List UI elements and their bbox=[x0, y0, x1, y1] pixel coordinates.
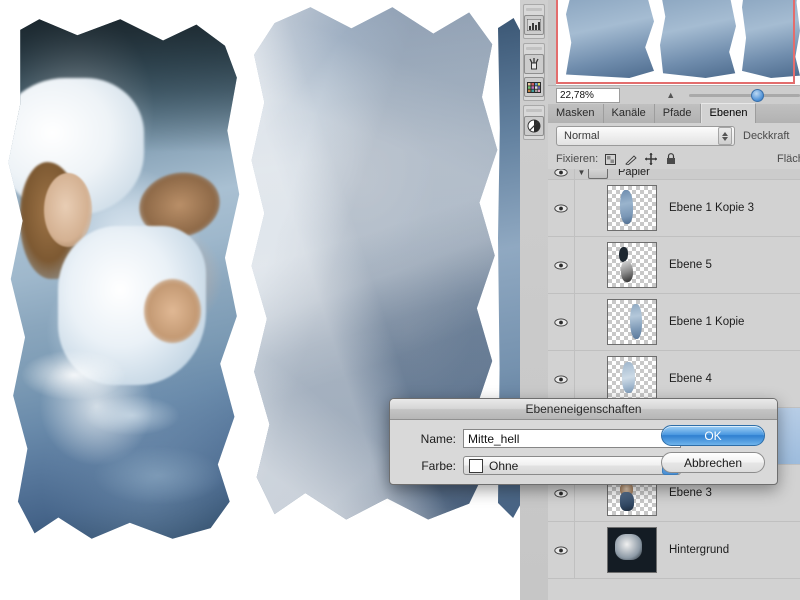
blend-mode-row: Normal Deckkraft bbox=[548, 123, 800, 150]
blend-mode-value: Normal bbox=[564, 130, 600, 142]
color-swatch-icon bbox=[469, 458, 483, 473]
layer-name: Ebene 5 bbox=[669, 259, 712, 271]
rail-group-adjustments bbox=[523, 105, 545, 140]
cancel-button[interactable]: Abbrechen bbox=[661, 452, 765, 473]
tab-pfade[interactable]: Pfade bbox=[655, 104, 701, 123]
swatches-icon[interactable] bbox=[524, 77, 544, 97]
folder-icon bbox=[588, 169, 608, 179]
navigator-shred bbox=[660, 0, 736, 78]
navigator-thumbnail[interactable] bbox=[556, 0, 800, 94]
layer-thumbnail[interactable] bbox=[607, 185, 657, 231]
zoom-out-icon[interactable]: ▲ bbox=[666, 90, 675, 100]
dialog-title: Ebeneneigenschaften bbox=[525, 402, 642, 416]
lock-transparency-icon[interactable] bbox=[603, 152, 618, 166]
layer-name-input[interactable]: Mitte_hell bbox=[463, 429, 681, 448]
bedsheet-folds bbox=[15, 342, 240, 539]
ok-button[interactable]: OK bbox=[661, 425, 765, 446]
navigator-shred bbox=[566, 0, 654, 78]
dialog-title-bar[interactable]: Ebeneneigenschaften bbox=[390, 399, 777, 420]
visibility-toggle-icon[interactable] bbox=[548, 522, 575, 578]
collapsed-panel-rail bbox=[520, 0, 549, 600]
blend-mode-select[interactable]: Normal bbox=[556, 126, 735, 146]
color-value: Ohne bbox=[489, 458, 519, 473]
layers-list[interactable]: ▼ Papier Ebene 1 Kopie 3 Ebene 5 Ebene 1… bbox=[548, 169, 800, 600]
layer-name: Ebene 1 Kopie bbox=[669, 316, 745, 328]
color-label: Farbe: bbox=[421, 458, 456, 473]
table-row[interactable]: Hintergrund bbox=[548, 522, 800, 579]
visibility-toggle-icon[interactable] bbox=[548, 169, 575, 179]
tab-kanaele[interactable]: Kanäle bbox=[604, 104, 655, 123]
rail-group-brush bbox=[523, 43, 545, 101]
name-label: Name: bbox=[420, 431, 456, 446]
layer-properties-dialog[interactable]: Ebeneneigenschaften Name: Mitte_hell Far… bbox=[389, 398, 778, 485]
lock-label: Fixieren: bbox=[556, 153, 599, 165]
visibility-toggle-icon[interactable] bbox=[548, 180, 575, 236]
table-row[interactable]: Ebene 5 bbox=[548, 237, 800, 294]
rail-grip bbox=[526, 109, 542, 112]
lock-row: Fixieren: Fläche bbox=[548, 149, 800, 170]
group-disclosure-icon[interactable]: ▼ bbox=[575, 169, 588, 177]
rail-grip bbox=[526, 8, 542, 11]
layer-thumbnail[interactable] bbox=[607, 242, 657, 288]
chevron-updown-icon[interactable] bbox=[718, 127, 732, 145]
opacity-label: Deckkraft bbox=[743, 130, 790, 142]
rail-grip bbox=[526, 47, 542, 50]
lock-all-icon[interactable] bbox=[663, 152, 678, 166]
histogram-icon[interactable] bbox=[524, 15, 544, 35]
document-canvas[interactable] bbox=[0, 0, 520, 600]
panel-dock: 22,78% ▲ Masken Kanäle Pfade Ebenen Norm… bbox=[520, 0, 800, 600]
lock-position-icon[interactable] bbox=[643, 152, 658, 166]
history-brush-icon[interactable] bbox=[524, 54, 544, 74]
navigator-shred bbox=[742, 0, 800, 78]
layer-group-name: Papier bbox=[618, 169, 650, 178]
fill-label: Fläche bbox=[776, 153, 800, 165]
zoom-slider-knob[interactable] bbox=[751, 88, 765, 102]
layer-thumbnail[interactable] bbox=[607, 356, 657, 402]
adjustments-icon[interactable] bbox=[524, 116, 544, 136]
tab-masken[interactable]: Masken bbox=[548, 104, 604, 123]
navigator-zoom-row: 22,78% ▲ bbox=[548, 85, 800, 104]
rail-group-info bbox=[523, 4, 545, 39]
layer-color-select[interactable]: Ohne bbox=[463, 456, 681, 475]
layer-group-row[interactable]: ▼ Papier bbox=[548, 169, 800, 180]
layer-name: Ebene 3 bbox=[669, 487, 712, 499]
midriff-region bbox=[144, 279, 202, 343]
table-row[interactable]: Ebene 1 Kopie bbox=[548, 294, 800, 351]
visibility-toggle-icon[interactable] bbox=[548, 294, 575, 350]
layer-name: Hintergrund bbox=[669, 544, 730, 556]
zoom-level-input[interactable]: 22,78% bbox=[556, 87, 621, 103]
layer-name: Ebene 4 bbox=[669, 373, 712, 385]
layer-name: Ebene 1 Kopie 3 bbox=[669, 202, 755, 214]
lock-pixels-icon[interactable] bbox=[623, 152, 638, 166]
layer-thumbnail[interactable] bbox=[607, 527, 657, 573]
zoom-slider[interactable] bbox=[689, 88, 800, 102]
layer-thumbnail[interactable] bbox=[607, 299, 657, 345]
canvas-artwork-left-photo bbox=[8, 19, 240, 539]
panel-tab-strip: Masken Kanäle Pfade Ebenen bbox=[548, 103, 800, 124]
tab-ebenen[interactable]: Ebenen bbox=[700, 103, 757, 124]
navigator-panel: 22,78% ▲ bbox=[548, 0, 800, 105]
visibility-toggle-icon[interactable] bbox=[548, 237, 575, 293]
table-row[interactable]: Ebene 1 Kopie 3 bbox=[548, 180, 800, 237]
